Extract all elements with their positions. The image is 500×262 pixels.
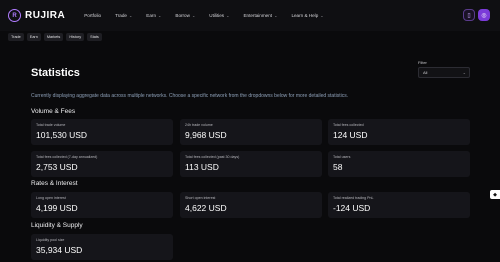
chevron-down-icon: ⌄ [320, 13, 324, 18]
nav-item-label: Utilities [209, 13, 225, 18]
stat-value: 101,530 USD [36, 130, 88, 140]
stat-value: 58 [333, 162, 343, 172]
nav-item-entertainment[interactable]: Entertainment ⌄ [243, 13, 277, 18]
brand-logo[interactable]: R RUJIRA [8, 9, 65, 22]
page-title: Statistics [31, 67, 80, 79]
chevron-down-icon: ⌄ [226, 13, 230, 18]
floating-assistant-button[interactable]: ◆ [490, 190, 500, 199]
stat-card-24h-trade-volume: 24h trade volume 9,968 USD [180, 119, 322, 145]
top-navigation-bar: R RUJIRA Portfolio Trade ⌄ Earn ⌄ Borrow ⌄ … [0, 0, 500, 31]
stat-label: Total trade volume [36, 123, 66, 127]
section-title-volume-fees: Volume & Fees [31, 108, 76, 115]
stat-label: Total realized trading PnL [333, 196, 374, 200]
nav-item-utilities[interactable]: Utilities ⌄ [209, 13, 229, 18]
stat-value: 35,934 USD [36, 245, 83, 255]
stat-card-realized-pnl: Total realized trading PnL -124 USD [328, 192, 470, 218]
stat-label: Total users [333, 155, 351, 159]
stat-card-short-open-interest: Short open interest 4,622 USD [180, 192, 322, 218]
chevron-down-icon: ⌄ [274, 13, 278, 18]
subnav-stats[interactable]: Stats [87, 33, 102, 41]
stat-label: Long open interest [36, 196, 66, 200]
stat-label: Total fees collected (7-day annualized) [36, 155, 98, 159]
nav-item-label: Portfolio [84, 13, 102, 18]
stat-label: Total fees collected [333, 123, 364, 127]
nav-item-trade[interactable]: Trade ⌄ [115, 13, 132, 18]
account-icon: ◎ [481, 12, 487, 19]
nav-item-label: Trade [115, 13, 127, 18]
stat-value: 9,968 USD [185, 130, 227, 140]
stat-value: -124 USD [333, 203, 371, 213]
section-title-liquidity-supply: Liquidity & Supply [31, 222, 83, 229]
nav-item-learn-help[interactable]: Learn & Help ⌄ [291, 13, 323, 18]
stat-value: 4,199 USD [36, 203, 78, 213]
brand-name: RUJIRA [25, 10, 66, 21]
chevron-down-icon: ⌄ [158, 13, 162, 18]
subnav-trade[interactable]: Trade [8, 33, 24, 41]
stat-value: 124 USD [333, 130, 368, 140]
stat-label: 24h trade volume [185, 123, 213, 127]
section-title-rates-interest: Rates & Interest [31, 180, 78, 187]
stat-label: Short open interest [185, 196, 216, 200]
stat-card-liquidity-pool-size: Liquidity pool size 35,934 USD [31, 234, 173, 260]
nav-item-earn[interactable]: Earn ⌄ [146, 13, 161, 18]
nav-item-borrow[interactable]: Borrow ⌄ [175, 13, 195, 18]
wallet-button[interactable]: ▯ [463, 9, 475, 21]
rujira-logo-icon: R [8, 9, 21, 22]
filter-label: Filter [418, 60, 427, 65]
page-description: Currently displaying aggregate data acro… [31, 93, 349, 99]
header-actions: ▯ ◎ [460, 9, 490, 21]
nav-item-label: Entertainment [243, 13, 273, 18]
stat-card-total-fees: Total fees collected 124 USD [328, 119, 470, 145]
stat-label: Total fees collected (past 30 days) [185, 155, 240, 159]
chevron-down-icon: ⌄ [462, 70, 466, 75]
filter-value: All [423, 70, 428, 75]
main-nav: Portfolio Trade ⌄ Earn ⌄ Borrow ⌄ Utilities… [84, 13, 337, 18]
assistant-icon: ◆ [493, 191, 497, 198]
subnav-history[interactable]: History [66, 33, 85, 41]
stat-card-fees-30days: Total fees collected (past 30 days) 113 … [180, 151, 322, 177]
subnav-earn[interactable]: Earn [26, 33, 41, 41]
wallet-icon: ▯ [467, 12, 471, 19]
chevron-down-icon: ⌄ [191, 13, 196, 18]
stat-card-long-open-interest: Long open interest 4,199 USD [31, 192, 173, 218]
stat-value: 113 USD [185, 162, 219, 172]
stat-value: 4,622 USD [185, 203, 227, 213]
nav-item-portfolio[interactable]: Portfolio [84, 13, 101, 18]
network-filter-select[interactable]: All ⌄ [418, 67, 470, 78]
chevron-down-icon: ⌄ [128, 13, 133, 18]
stat-label: Liquidity pool size [36, 238, 65, 242]
nav-item-label: Learn & Help [291, 13, 319, 18]
account-button[interactable]: ◎ [478, 9, 490, 21]
sub-navigation: Trade Earn Markets History Stats [8, 33, 105, 41]
stat-card-total-users: Total users 58 [328, 151, 470, 177]
nav-item-label: Borrow [175, 13, 190, 18]
stat-value: 2,753 USD [36, 162, 78, 172]
nav-item-label: Earn [146, 13, 157, 18]
stat-card-total-trade-volume: Total trade volume 101,530 USD [31, 119, 173, 145]
stat-card-fees-7day: Total fees collected (7-day annualized) … [31, 151, 173, 177]
subnav-markets[interactable]: Markets [43, 33, 64, 41]
